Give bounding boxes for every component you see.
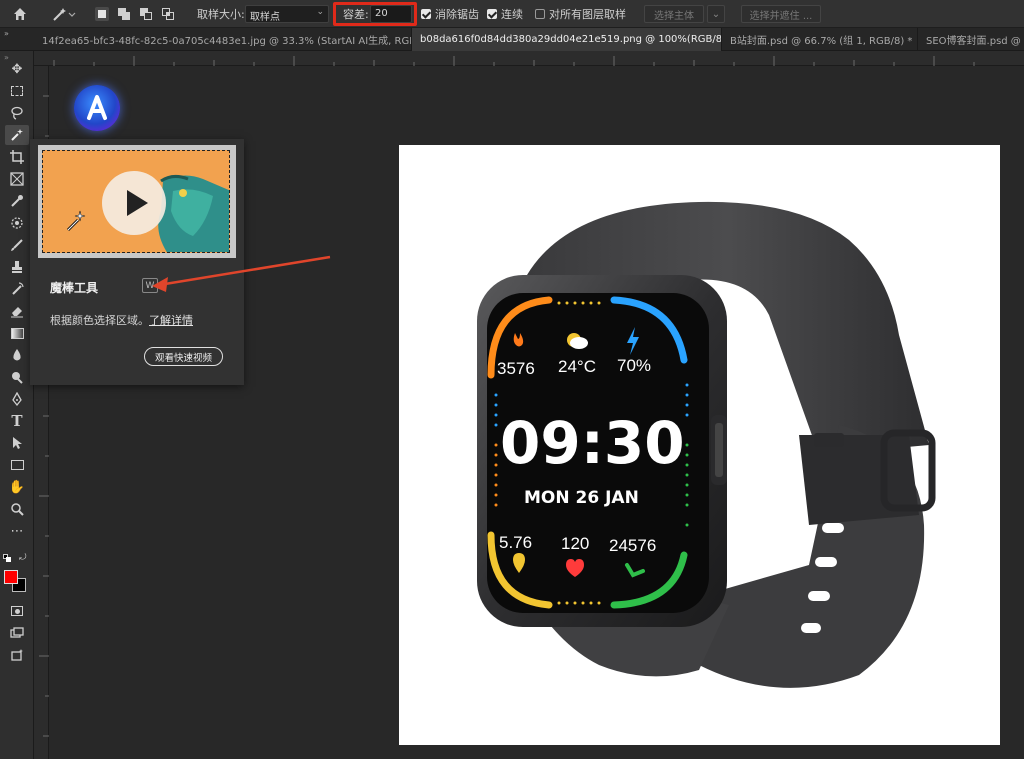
checkbox-unchecked-icon	[535, 9, 545, 19]
foreground-color-swatch[interactable]	[4, 570, 18, 584]
chevron-down-icon: ⌄	[316, 7, 324, 17]
tooltip-preview[interactable]	[38, 145, 236, 258]
startai-logo[interactable]	[74, 85, 120, 131]
tab-label: B站封面.psd @ 66.7% (组 1, RGB/8) *	[730, 36, 913, 47]
watch-date: MON 26 JAN	[524, 488, 639, 508]
sample-size-dropdown[interactable]: 取样点 ⌄	[245, 5, 329, 23]
tolerance-highlight-box	[333, 2, 417, 26]
horizontal-ruler	[34, 51, 1024, 66]
eraser-tool-icon[interactable]	[5, 301, 29, 321]
tab-document-2[interactable]: b08da616f0d84dd380a29dd04e21e519.png @ 1…	[412, 28, 722, 51]
dodge-tool-icon[interactable]	[5, 367, 29, 387]
contiguous-label: 连续	[501, 8, 523, 21]
more-tools-icon[interactable]: ⋯	[5, 521, 29, 541]
document-canvas[interactable]: 3576 24°C 70% 09:30 MON 26 JAN 5.76 120 …	[399, 145, 1000, 745]
sample-all-layers-checkbox[interactable]: 对所有图层取样	[535, 0, 626, 28]
healing-brush-tool-icon[interactable]	[5, 213, 29, 233]
watch-heart-rate: 120	[561, 534, 589, 553]
eyedropper-tool-icon[interactable]	[5, 191, 29, 211]
tab-label: 14f2ea65-bfc3-48fc-82c5-0a705c4483e1.jpg…	[42, 36, 412, 47]
sample-size-label: 取样大小:	[197, 8, 245, 21]
watch-time: 09:30	[500, 409, 685, 477]
brush-tool-icon[interactable]	[5, 235, 29, 255]
tooltip-title: 魔棒工具	[50, 281, 99, 295]
sample-all-layers-label: 对所有图层取样	[549, 8, 626, 21]
path-selection-tool-icon[interactable]	[5, 433, 29, 453]
marquee-tool-icon[interactable]	[5, 81, 29, 101]
type-tool-icon[interactable]: T	[5, 411, 29, 431]
magic-wand-preset-icon[interactable]	[52, 0, 76, 28]
tab-document-4[interactable]: SEO博客封面.psd @ 66	[918, 28, 1024, 51]
zoom-tool-icon[interactable]	[5, 499, 29, 519]
checkbox-checked-icon	[421, 9, 431, 19]
select-subject-dropdown[interactable]: ⌄	[707, 5, 725, 23]
add-to-selection-icon[interactable]	[117, 7, 131, 21]
watch-battery: 70%	[617, 356, 651, 375]
tools-panel: » ✥ T ✋ ⋯ ⤾	[0, 51, 34, 759]
watch-distance: 5.76	[499, 533, 532, 552]
history-brush-tool-icon[interactable]	[5, 279, 29, 299]
options-bar: 取样大小: 取样点 ⌄ 容差: 20 消除锯齿 连续 对所有图层取样 选择主体 …	[0, 0, 1024, 28]
pen-tool-icon[interactable]	[5, 389, 29, 409]
magic-wand-icon	[62, 208, 88, 238]
subtract-from-selection-icon[interactable]	[139, 7, 153, 21]
select-and-mask-button[interactable]: 选择并遮住 ...	[741, 5, 821, 23]
checkbox-checked-icon	[487, 9, 497, 19]
sample-size-value: 取样点	[250, 12, 280, 23]
play-button[interactable]	[102, 171, 166, 235]
watch-video-button[interactable]: 观看快速视频	[144, 347, 223, 366]
blur-tool-icon[interactable]	[5, 345, 29, 365]
magic-wand-tooltip: 魔棒工具 W 根据颜色选择区域。了解详情 观看快速视频	[30, 139, 244, 385]
chevron-down-icon: ⌄	[711, 8, 721, 20]
frame-tool-icon[interactable]	[5, 169, 29, 189]
photoshop-window: 取样大小: 取样点 ⌄ 容差: 20 消除锯齿 连续 对所有图层取样 选择主体 …	[0, 0, 1024, 759]
swap-colors-icon[interactable]: ⤾	[19, 553, 27, 563]
new-selection-icon[interactable]	[95, 7, 109, 21]
default-colors-icon[interactable]	[3, 554, 11, 562]
description-text: 根据颜色选择区域。	[50, 314, 149, 327]
tooltip-description: 根据颜色选择区域。了解详情	[50, 312, 193, 328]
collapse-panels-icon[interactable]: »	[4, 29, 9, 38]
anti-alias-label: 消除锯齿	[435, 8, 479, 21]
screen-mode-icon[interactable]	[5, 623, 29, 643]
stamp-tool-icon[interactable]	[5, 257, 29, 277]
shortcut-key: W	[142, 278, 158, 293]
home-icon[interactable]	[12, 0, 28, 28]
tab-label: SEO博客封面.psd @ 66	[926, 36, 1024, 47]
intersect-selection-icon[interactable]	[161, 7, 175, 21]
move-tool-icon[interactable]: ✥	[5, 59, 29, 79]
anti-alias-checkbox[interactable]: 消除锯齿	[421, 0, 479, 28]
lasso-tool-icon[interactable]	[5, 103, 29, 123]
contiguous-checkbox[interactable]: 连续	[487, 0, 523, 28]
document-tab-bar: » 14f2ea65-bfc3-48fc-82c5-0a705c4483e1.j…	[0, 28, 1024, 51]
quick-mask-icon[interactable]	[5, 601, 29, 621]
tab-document-1[interactable]: 14f2ea65-bfc3-48fc-82c5-0a705c4483e1.jpg…	[34, 28, 412, 51]
hand-tool-icon[interactable]: ✋	[5, 477, 29, 497]
crop-tool-icon[interactable]	[5, 147, 29, 167]
watch-temperature: 24°C	[558, 357, 596, 376]
watch-steps-bottom: 24576	[609, 536, 656, 555]
smartwatch-image: 3576 24°C 70% 09:30 MON 26 JAN 5.76 120 …	[477, 201, 936, 688]
magic-wand-tool-icon[interactable]	[5, 125, 29, 145]
tab-document-3[interactable]: B站封面.psd @ 66.7% (组 1, RGB/8) * ×	[722, 28, 918, 51]
watch-steps-top: 3576	[497, 359, 535, 378]
rectangle-tool-icon[interactable]	[5, 455, 29, 475]
gradient-tool-icon[interactable]	[5, 323, 29, 343]
generative-icon[interactable]	[5, 645, 29, 665]
learn-more-link[interactable]: 了解详情	[149, 314, 193, 327]
tab-label: b08da616f0d84dd380a29dd04e21e519.png @ 1…	[420, 34, 722, 45]
select-subject-button[interactable]: 选择主体	[644, 5, 704, 23]
